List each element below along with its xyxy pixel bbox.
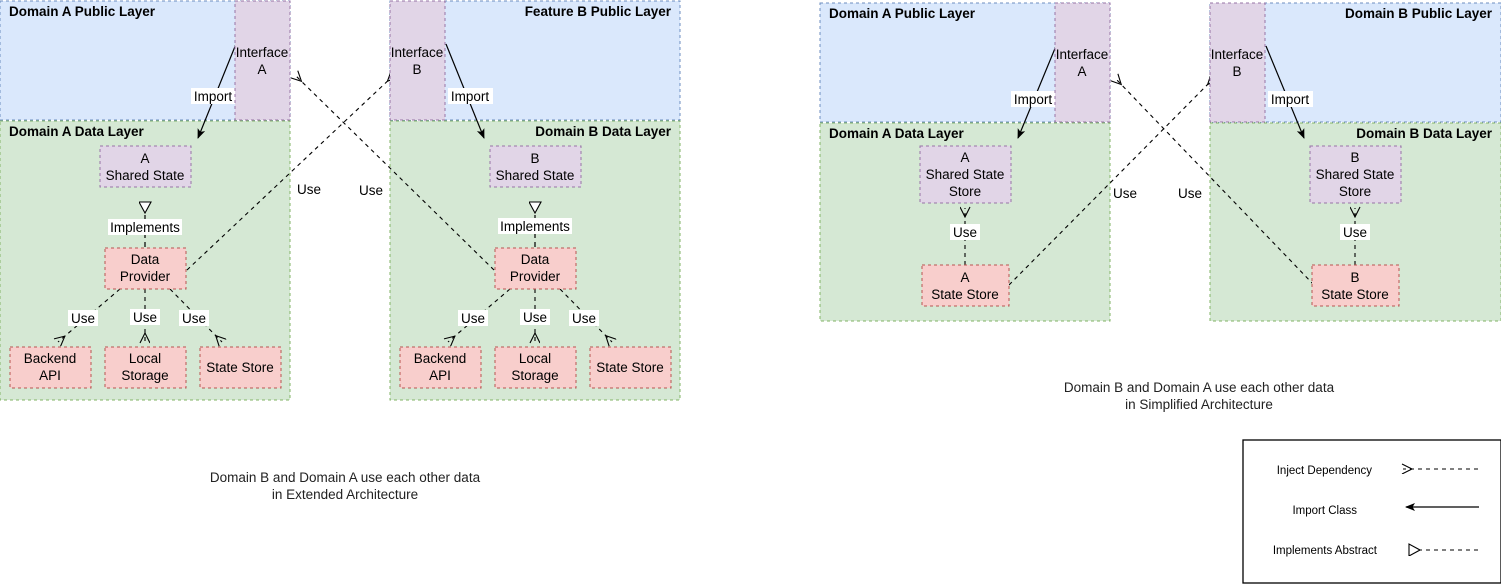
architecture-diagram-canvas: Domain A Public Layer Feature B Public L… bbox=[0, 0, 1501, 584]
diagram-extended: Domain A Public Layer Feature B Public L… bbox=[0, 0, 681, 502]
node-label-a-shared-state-store-line1: A bbox=[960, 150, 969, 165]
node-label-b-data-provider-line1: Data bbox=[521, 252, 550, 267]
edge-label-implements-a: Implements bbox=[110, 220, 180, 235]
node-label-interface-b-line1: Interface bbox=[391, 45, 444, 60]
node-a-state-store-simplified[interactable]: A State Store bbox=[921, 264, 1010, 307]
node-label-interface-a-line2: A bbox=[257, 62, 266, 77]
node-label-b-shared-state-line2: Shared State bbox=[496, 168, 575, 183]
edge-label-import-a: Import bbox=[194, 89, 233, 104]
edge-label-a-local: Use bbox=[133, 310, 157, 325]
diagram-simplified: Domain A Public Layer Domain B Public La… bbox=[819, 2, 1501, 412]
caption-simplified: Domain B and Domain A use each other dat… bbox=[1064, 380, 1335, 412]
node-label-a-shared-state-store-line2: Shared State bbox=[926, 167, 1005, 182]
edge-label-use-a-simplified: Use bbox=[953, 225, 977, 240]
node-label-a-shared-state-line1: A bbox=[140, 151, 149, 166]
edge-label-use-b-simplified: Use bbox=[1343, 225, 1367, 240]
node-label-b-data-provider-line2: Provider bbox=[510, 269, 561, 284]
caption-simplified-line2: in Simplified Architecture bbox=[1125, 397, 1273, 412]
edge-label-implements-b: Implements bbox=[500, 219, 570, 234]
node-label-interface-a-simplified-line2: A bbox=[1077, 64, 1086, 79]
node-label-interface-a-simplified-line1: Interface bbox=[1056, 47, 1109, 62]
node-label-interface-a-line1: Interface bbox=[236, 45, 289, 60]
node-label-b-shared-state-store-line1: B bbox=[1350, 150, 1359, 165]
node-label-a-data-provider-line2: Provider bbox=[120, 269, 171, 284]
layer-title-b-public-simplified: Domain B Public Layer bbox=[1345, 6, 1493, 21]
layer-title-a-public: Domain A Public Layer bbox=[9, 4, 156, 19]
node-label-b-backend-api-line2: API bbox=[429, 368, 451, 383]
edge-label-cross-a-simplified: Use bbox=[1178, 186, 1202, 201]
node-label-a-data-provider-line1: Data bbox=[131, 252, 160, 267]
legend-label-implements-abstract: Implements Abstract bbox=[1273, 545, 1378, 557]
node-b-local-storage[interactable]: Local Storage bbox=[494, 346, 577, 389]
node-b-state-store-simplified[interactable]: B State Store bbox=[1311, 264, 1400, 307]
node-label-a-shared-state-line2: Shared State bbox=[106, 168, 185, 183]
node-b-data-provider[interactable]: Data Provider bbox=[494, 247, 577, 290]
node-label-b-state-store-line1: State Store bbox=[596, 360, 664, 375]
edge-label-a-backend: Use bbox=[71, 311, 95, 326]
node-b-state-store[interactable]: State Store bbox=[589, 346, 672, 389]
node-interface-b[interactable]: Interface B bbox=[389, 0, 446, 121]
edge-label-import-a-simplified: Import bbox=[1014, 92, 1053, 107]
node-label-a-state-store-line1: State Store bbox=[206, 360, 274, 375]
node-label-a-local-storage-line1: Local bbox=[129, 351, 161, 366]
legend-label-inject-dependency: Inject Dependency bbox=[1277, 465, 1373, 477]
node-a-shared-state[interactable]: A Shared State bbox=[99, 145, 192, 188]
layer-title-b-data-simplified: Domain B Data Layer bbox=[1356, 126, 1493, 141]
node-interface-b-simplified[interactable]: Interface B bbox=[1209, 2, 1266, 123]
edge-label-b-local: Use bbox=[523, 310, 547, 325]
edge-label-cross-b-simplified: Use bbox=[1113, 186, 1137, 201]
edge-label-b-store: Use bbox=[572, 311, 596, 326]
node-label-interface-b-simplified-line1: Interface bbox=[1211, 47, 1264, 62]
caption-extended-line2: in Extended Architecture bbox=[272, 487, 418, 502]
caption-extended: Domain B and Domain A use each other dat… bbox=[210, 470, 481, 502]
node-label-a-backend-api-line2: API bbox=[39, 368, 61, 383]
layer-title-a-public-simplified: Domain A Public Layer bbox=[829, 6, 976, 21]
node-label-b-local-storage-line2: Storage bbox=[511, 368, 558, 383]
edge-label-import-b: Import bbox=[451, 89, 490, 104]
node-label-b-shared-state-store-line2: Shared State bbox=[1316, 167, 1395, 182]
node-a-state-store[interactable]: State Store bbox=[199, 346, 282, 389]
node-label-b-shared-state-store-line3: Store bbox=[1339, 184, 1371, 199]
node-label-b-local-storage-line1: Local bbox=[519, 351, 551, 366]
node-a-shared-state-store[interactable]: A Shared State Store bbox=[919, 145, 1012, 204]
node-label-a-backend-api-line1: Backend bbox=[24, 351, 77, 366]
node-label-b-shared-state-line1: B bbox=[530, 151, 539, 166]
node-label-a-state-store-simplified-line1: A bbox=[960, 270, 969, 285]
layer-title-b-public: Feature B Public Layer bbox=[525, 4, 672, 19]
node-a-local-storage[interactable]: Local Storage bbox=[104, 346, 187, 389]
layer-title-a-data-simplified: Domain A Data Layer bbox=[829, 126, 965, 141]
caption-simplified-line1: Domain B and Domain A use each other dat… bbox=[1064, 380, 1335, 395]
node-label-a-local-storage-line2: Storage bbox=[121, 368, 168, 383]
layer-title-b-data: Domain B Data Layer bbox=[535, 124, 672, 139]
node-b-backend-api[interactable]: Backend API bbox=[399, 346, 482, 389]
legend: Inject Dependency Import Class Implement… bbox=[1242, 439, 1501, 584]
layer-title-a-data: Domain A Data Layer bbox=[9, 124, 145, 139]
node-interface-a[interactable]: Interface A bbox=[234, 0, 291, 121]
legend-label-import-class: Import Class bbox=[1292, 505, 1357, 517]
node-label-b-state-store-simplified-line1: B bbox=[1350, 270, 1359, 285]
edge-label-cross-b: Use bbox=[297, 182, 321, 197]
node-label-interface-b-simplified-line2: B bbox=[1232, 64, 1241, 79]
node-label-interface-b-line2: B bbox=[412, 62, 421, 77]
node-b-shared-state[interactable]: B Shared State bbox=[489, 145, 582, 188]
caption-extended-line1: Domain B and Domain A use each other dat… bbox=[210, 470, 481, 485]
edge-label-b-backend: Use bbox=[461, 311, 485, 326]
node-b-shared-state-store[interactable]: B Shared State Store bbox=[1309, 145, 1402, 204]
node-interface-a-simplified[interactable]: Interface A bbox=[1054, 2, 1111, 123]
node-label-b-backend-api-line1: Backend bbox=[414, 351, 467, 366]
node-a-backend-api[interactable]: Backend API bbox=[9, 346, 92, 389]
edge-label-cross-a: Use bbox=[359, 183, 383, 198]
node-label-b-state-store-simplified-line2: State Store bbox=[1321, 287, 1389, 302]
node-label-a-shared-state-store-line3: Store bbox=[949, 184, 981, 199]
edge-label-import-b-simplified: Import bbox=[1271, 92, 1310, 107]
edge-label-a-store: Use bbox=[182, 311, 206, 326]
node-label-a-state-store-simplified-line2: State Store bbox=[931, 287, 999, 302]
node-a-data-provider[interactable]: Data Provider bbox=[104, 247, 187, 290]
